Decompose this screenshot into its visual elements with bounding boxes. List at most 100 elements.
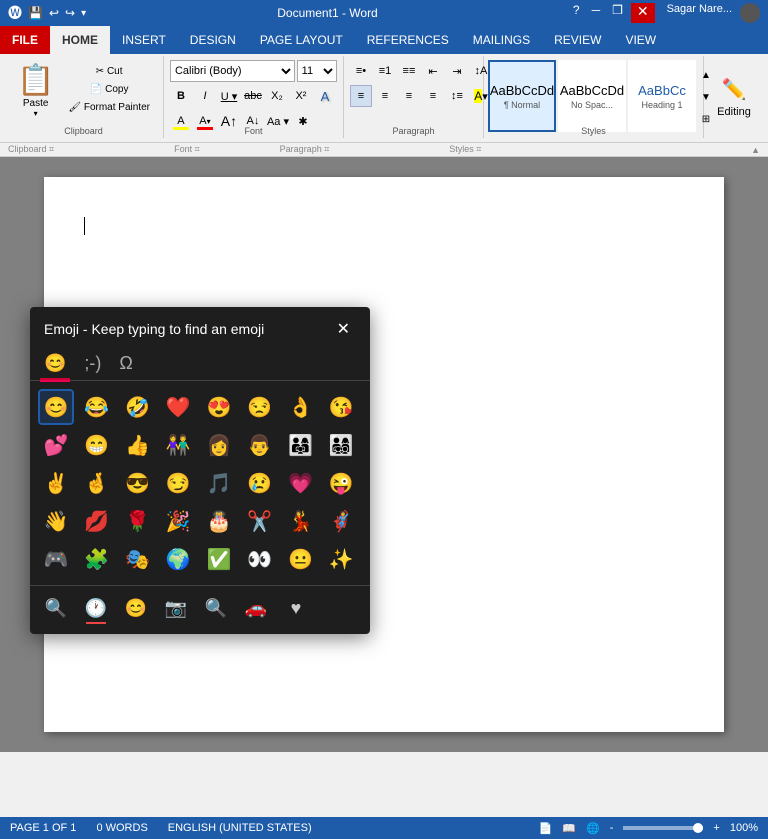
font-name-select[interactable]: Calibri (Body) (170, 60, 295, 82)
zoom-level[interactable]: 100% (730, 822, 758, 834)
tab-page-layout[interactable]: PAGE LAYOUT (248, 26, 355, 54)
line-spacing-button[interactable]: ↕≡ (446, 85, 468, 107)
user-avatar[interactable] (740, 3, 760, 23)
cut-button[interactable]: ✂ Cut (63, 64, 155, 79)
emoji-category-button[interactable]: 📷 (158, 590, 194, 626)
emoji-tab-smiley[interactable]: 😊 (40, 351, 70, 376)
zoom-in[interactable]: + (713, 822, 719, 834)
emoji-cell[interactable]: 😎 (120, 465, 156, 501)
emoji-cell[interactable]: ✌️ (38, 465, 74, 501)
increase-indent-button[interactable]: ⇥ (446, 60, 468, 82)
emoji-cell[interactable]: ❤️ (160, 389, 196, 425)
bold-button[interactable]: B (170, 85, 192, 107)
align-left-button[interactable]: ≡ (350, 85, 372, 107)
numbering-button[interactable]: ≡1 (374, 60, 396, 82)
emoji-cell[interactable]: 👫 (160, 427, 196, 463)
emoji-cell[interactable]: 👨 (242, 427, 278, 463)
emoji-cell[interactable]: 👨‍👩‍👧‍👦 (323, 427, 359, 463)
paste-dropdown[interactable]: ▾ (34, 109, 38, 118)
emoji-cell[interactable]: 🎂 (201, 503, 237, 539)
emoji-category-button[interactable]: 🔍 (38, 590, 74, 626)
emoji-category-button[interactable]: 😊 (118, 590, 154, 626)
restore-button[interactable]: ❒ (608, 3, 627, 23)
view-print[interactable]: 📄 (539, 822, 553, 835)
zoom-out[interactable]: - (610, 822, 614, 834)
emoji-cell[interactable]: 🌹 (120, 503, 156, 539)
emoji-cell[interactable]: 💋 (79, 503, 115, 539)
tab-file[interactable]: FILE (0, 26, 50, 54)
subscript-button[interactable]: X₂ (266, 85, 288, 107)
emoji-cell[interactable]: 🎉 (160, 503, 196, 539)
align-right-button[interactable]: ≡ (398, 85, 420, 107)
font-size-select[interactable]: 11 (297, 60, 337, 82)
style-no-spacing[interactable]: AaBbCcDd No Spac... (558, 60, 626, 132)
window-controls[interactable]: ? ─ ❒ ✕ Sagar Nare... (569, 3, 760, 23)
multilevel-button[interactable]: ≡≡ (398, 60, 420, 82)
view-read[interactable]: 📖 (562, 822, 576, 835)
zoom-slider[interactable] (623, 826, 703, 830)
align-center-button[interactable]: ≡ (374, 85, 396, 107)
emoji-cell[interactable]: ✨ (323, 541, 359, 577)
tab-design[interactable]: DESIGN (178, 26, 248, 54)
tab-home[interactable]: HOME (50, 26, 110, 54)
copy-button[interactable]: 📄 Copy (63, 82, 155, 97)
text-effects-button[interactable]: A (314, 85, 336, 107)
style-heading1[interactable]: AaBbCc Heading 1 (628, 60, 696, 132)
emoji-cell[interactable]: 😂 (79, 389, 115, 425)
emoji-cell[interactable]: 😍 (201, 389, 237, 425)
emoji-close-button[interactable]: ✕ (331, 317, 356, 341)
superscript-button[interactable]: X² (290, 85, 312, 107)
emoji-tab-emoticon[interactable]: ;-) (80, 351, 105, 376)
decrease-indent-button[interactable]: ⇤ (422, 60, 444, 82)
emoji-cell[interactable]: 😐 (283, 541, 319, 577)
tab-references[interactable]: REFERENCES (355, 26, 461, 54)
emoji-cell[interactable]: 🎮 (38, 541, 74, 577)
style-normal[interactable]: AaBbCcDd ¶ Normal (488, 60, 556, 132)
emoji-cell[interactable]: 🤣 (120, 389, 156, 425)
emoji-cell[interactable]: 😢 (242, 465, 278, 501)
underline-button[interactable]: U ▾ (218, 85, 240, 107)
emoji-cell[interactable]: 💃 (283, 503, 319, 539)
emoji-category-button[interactable]: ♥ (278, 590, 314, 626)
bullets-button[interactable]: ≡• (350, 60, 372, 82)
emoji-cell[interactable]: 🤞 (79, 465, 115, 501)
minimize-button[interactable]: ─ (588, 3, 605, 23)
emoji-cell[interactable]: 👍 (120, 427, 156, 463)
paste-button[interactable]: 📋 Paste ▾ (10, 58, 61, 136)
help-button[interactable]: ? (569, 3, 584, 23)
user-name[interactable]: Sagar Nare... (667, 3, 732, 23)
emoji-cell[interactable]: 😏 (160, 465, 196, 501)
tab-view[interactable]: VIEW (613, 26, 668, 54)
emoji-cell[interactable]: 👀 (242, 541, 278, 577)
emoji-cell[interactable]: 💗 (283, 465, 319, 501)
quick-redo[interactable]: ↪ (65, 6, 75, 20)
emoji-category-button[interactable]: 🔍 (198, 590, 234, 626)
close-button[interactable]: ✕ (631, 3, 655, 23)
tab-insert[interactable]: INSERT (110, 26, 178, 54)
emoji-cell[interactable]: 🎵 (201, 465, 237, 501)
strikethrough-button[interactable]: abc (242, 85, 264, 107)
emoji-cell[interactable]: 💕 (38, 427, 74, 463)
emoji-cell[interactable]: 🦸 (323, 503, 359, 539)
emoji-cell[interactable]: 😜 (323, 465, 359, 501)
quick-save[interactable]: 💾 (28, 6, 43, 20)
emoji-cell[interactable]: 👨‍👩‍👧 (283, 427, 319, 463)
tab-mailings[interactable]: MAILINGS (461, 26, 542, 54)
format-painter-button[interactable]: 🖌 Format Painter (63, 100, 155, 115)
emoji-cell[interactable]: ✅ (201, 541, 237, 577)
emoji-cell[interactable]: 😘 (323, 389, 359, 425)
emoji-cell[interactable]: 😊 (38, 389, 74, 425)
emoji-category-button[interactable]: 🕐 (78, 590, 114, 626)
emoji-tab-symbols[interactable]: Ω (115, 351, 136, 376)
view-web[interactable]: 🌐 (586, 822, 600, 835)
emoji-category-button[interactable]: 🚗 (238, 590, 274, 626)
emoji-cell[interactable]: 😁 (79, 427, 115, 463)
justify-button[interactable]: ≡ (422, 85, 444, 107)
emoji-cell[interactable]: 👋 (38, 503, 74, 539)
emoji-cell[interactable]: 🌍 (160, 541, 196, 577)
emoji-cell[interactable]: 👌 (283, 389, 319, 425)
quick-undo[interactable]: ↩ (49, 6, 59, 20)
ribbon-collapse[interactable]: ▲ (751, 145, 760, 155)
italic-button[interactable]: I (194, 85, 216, 107)
emoji-cell[interactable]: 🧩 (79, 541, 115, 577)
